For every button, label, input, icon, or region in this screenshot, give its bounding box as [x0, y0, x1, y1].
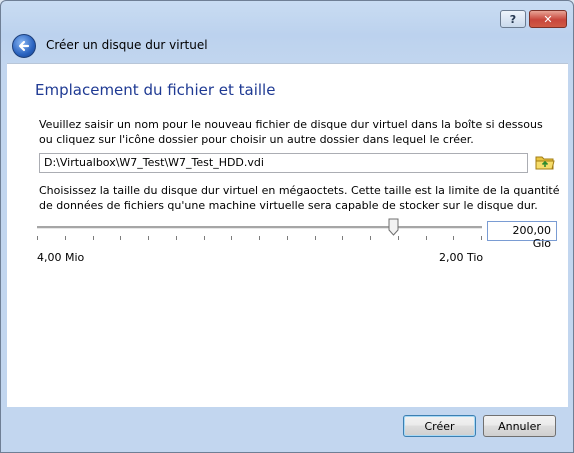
slider-tick: [370, 236, 371, 240]
size-slider-ticks: [37, 236, 482, 241]
size-slider-thumb[interactable]: [388, 218, 399, 236]
file-path-input[interactable]: D:\Virtualbox\W7_Test\W7_Test_HDD.vdi: [39, 153, 528, 173]
close-button[interactable]: ✕: [529, 10, 567, 28]
help-button[interactable]: ?: [500, 10, 526, 28]
slider-tick: [176, 236, 177, 240]
slider-tick: [231, 236, 232, 240]
slider-tick: [65, 236, 66, 240]
size-instructions: Choisissez la taille du disque dur virtu…: [39, 184, 560, 212]
file-instructions: Veuillez saisir un nom pour le nouveau f…: [39, 118, 543, 146]
create-button[interactable]: Créer: [403, 415, 476, 437]
wizard-page: Emplacement du fichier et taille Veuille…: [7, 63, 568, 407]
close-icon: ✕: [543, 12, 553, 26]
slider-tick: [426, 236, 427, 240]
slider-thumb-icon: [388, 218, 399, 236]
slider-tick: [148, 236, 149, 240]
slider-tick: [315, 236, 316, 240]
slider-tick: [204, 236, 205, 240]
slider-tick: [93, 236, 94, 240]
slider-tick: [259, 236, 260, 240]
slider-max-label: 2,00 Tio: [439, 251, 484, 264]
size-slider-track[interactable]: [37, 226, 482, 229]
slider-tick: [120, 236, 121, 240]
folder-icon: [535, 156, 555, 170]
choose-folder-button[interactable]: [535, 153, 557, 173]
size-input[interactable]: 200,00 Gio: [487, 221, 557, 250]
back-button[interactable]: [12, 34, 36, 58]
back-arrow-icon: [18, 40, 30, 52]
wizard-title: Créer un disque dur virtuel: [46, 38, 208, 52]
slider-tick: [37, 236, 38, 240]
slider-tick: [453, 236, 454, 240]
slider-tick: [287, 236, 288, 240]
cancel-button[interactable]: Annuler: [483, 415, 556, 437]
wizard-window: ? ✕ Créer un disque dur virtuel Emplacem…: [0, 0, 574, 453]
slider-tick: [342, 236, 343, 240]
slider-tick: [481, 236, 482, 240]
help-icon: ?: [509, 12, 517, 26]
slider-tick: [398, 236, 399, 240]
slider-min-label: 4,00 Mio: [37, 251, 85, 264]
page-heading: Emplacement du fichier et taille: [35, 81, 276, 99]
